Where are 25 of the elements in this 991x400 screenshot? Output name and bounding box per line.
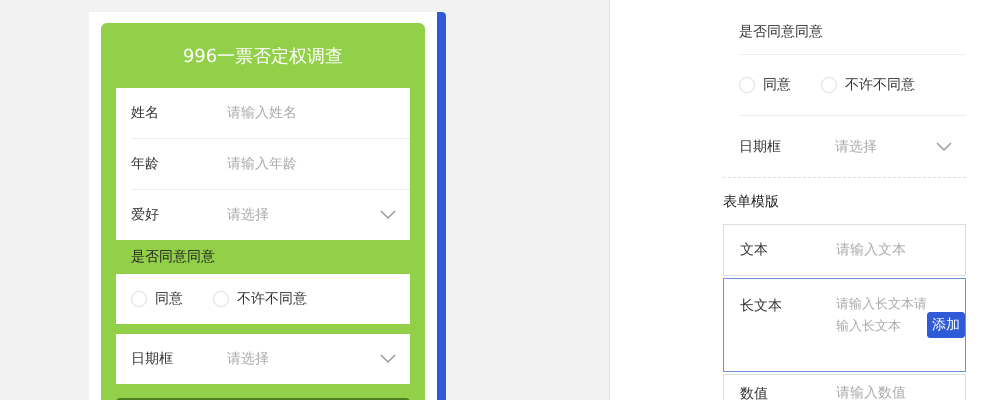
field-label: 长文本 bbox=[740, 297, 783, 316]
option-label: 同意 bbox=[763, 76, 791, 94]
template-item[interactable]: 数值 请输入数值 bbox=[723, 374, 966, 400]
question-label: 是否同意同意 bbox=[130, 248, 216, 267]
section-title: 表单模版 bbox=[723, 193, 780, 212]
field-label: 日期框 bbox=[131, 350, 174, 368]
template-item[interactable]: 文本 请输入文本 bbox=[723, 224, 966, 276]
option-label: 同意 bbox=[155, 290, 183, 308]
input-field[interactable]: 请输入文本 bbox=[836, 242, 965, 258]
field-label: 爱好 bbox=[131, 206, 160, 224]
field-label: 数值 bbox=[740, 385, 769, 400]
textarea-field[interactable]: 请输入长文本请输入长文本 bbox=[836, 294, 927, 340]
option-label: 不许不同意 bbox=[237, 290, 307, 308]
option-label: 不许不同意 bbox=[845, 76, 915, 94]
field-label: 日期框 bbox=[739, 138, 782, 156]
input-field[interactable]: 请输入数值 bbox=[836, 385, 965, 400]
form-title: 996一票否定权调查 bbox=[182, 44, 344, 68]
add-button[interactable]: 添加 bbox=[927, 312, 965, 338]
input-field[interactable]: 请输入姓名 bbox=[227, 105, 396, 121]
template-item[interactable]: 长文本 请输入长文本请输入长文本 添加 bbox=[723, 278, 966, 372]
input-field[interactable]: 请输入年龄 bbox=[227, 156, 396, 172]
question-label: 是否同意同意 bbox=[739, 0, 966, 55]
field-label: 年龄 bbox=[131, 155, 160, 173]
field-label: 姓名 bbox=[131, 104, 160, 122]
field-label: 文本 bbox=[740, 241, 769, 259]
